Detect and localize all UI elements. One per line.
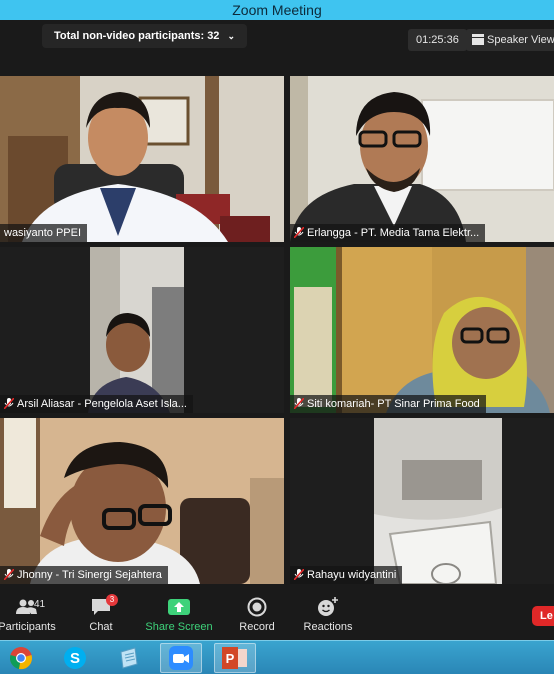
share-screen-icon [168, 599, 190, 615]
svg-text:P: P [226, 651, 235, 666]
view-mode-label: Speaker View [487, 34, 554, 46]
participants-button[interactable]: 41 Participants [0, 596, 62, 633]
participant-name-tag: Siti komariah- PT Sinar Prima Food [290, 395, 486, 413]
window-title: Zoom Meeting [0, 0, 554, 20]
chat-button[interactable]: 3 Chat [66, 594, 136, 633]
participant-name-tag: Arsil Aliasar - Pengelola Aset Isla... [0, 395, 193, 413]
taskbar-zoom[interactable] [160, 643, 202, 673]
grid-icon [472, 34, 484, 45]
zoom-icon [169, 646, 193, 670]
zoom-window: Zoom Meeting Total non-video participant… [0, 0, 554, 674]
participant-name-tag: Erlangga - PT. Media Tama Elektr... [290, 224, 486, 242]
chat-unread-badge: 3 [106, 594, 118, 606]
video-tile[interactable]: wasiyanto PPEI [0, 76, 284, 242]
notepad-icon [120, 647, 138, 669]
video-tile[interactable]: Siti komariah- PT Sinar Prima Food [290, 247, 554, 413]
participants-label: Participants [0, 621, 56, 633]
record-button[interactable]: Record [222, 596, 292, 633]
participant-video [0, 76, 284, 242]
reactions-label: Reactions [303, 621, 353, 633]
taskbar-chrome[interactable] [0, 643, 42, 673]
taskbar-notepad[interactable] [108, 643, 150, 673]
skype-icon: S [64, 647, 86, 669]
os-taskbar: S P [0, 640, 554, 674]
chrome-icon [10, 647, 32, 670]
muted-mic-icon [4, 398, 14, 409]
share-screen-label: Share Screen [145, 621, 213, 633]
reactions-icon [318, 597, 338, 616]
powerpoint-icon: P [222, 647, 247, 669]
chat-label: Chat [89, 621, 113, 633]
participant-video [290, 247, 554, 413]
non-video-participants-label: Total non-video participants: 32 [54, 30, 220, 42]
video-tile[interactable]: Arsil Aliasar - Pengelola Aset Isla... [0, 247, 284, 413]
svg-text:S: S [70, 650, 80, 667]
reactions-button[interactable]: Reactions [293, 596, 363, 633]
participant-video [290, 76, 554, 242]
participant-video [0, 418, 284, 584]
muted-mic-icon [294, 398, 304, 409]
video-tile[interactable]: Jhonny - Tri Sinergi Sejahtera [0, 418, 284, 584]
taskbar-powerpoint[interactable]: P [214, 643, 256, 673]
record-label: Record [239, 621, 275, 633]
participants-count: 41 [34, 599, 46, 610]
meeting-topbar: Total non-video participants: 32 ⌄ 01:25:… [0, 20, 554, 74]
participant-name-tag: wasiyanto PPEI [0, 224, 88, 242]
non-video-participants-pill[interactable]: Total non-video participants: 32 ⌄ [42, 24, 247, 48]
meeting-area: Total non-video participants: 32 ⌄ 01:25:… [0, 20, 554, 592]
video-tile[interactable]: Erlangga - PT. Media Tama Elektr... [290, 76, 554, 242]
participant-name-tag: Jhonny - Tri Sinergi Sejahtera [0, 566, 168, 584]
leave-button[interactable]: Le [532, 606, 554, 626]
participant-video [290, 418, 554, 584]
speaker-view-button[interactable]: Speaker View [466, 29, 554, 51]
muted-mic-icon [294, 569, 304, 580]
muted-mic-icon [4, 569, 14, 580]
record-icon [247, 597, 267, 617]
video-tile[interactable]: Rahayu widyantini [290, 418, 554, 584]
taskbar-skype[interactable]: S [54, 643, 96, 673]
meeting-toolbar: 41 Participants 3 Chat Share Screen Reco… [0, 590, 554, 640]
participant-name-tag: Rahayu widyantini [290, 566, 403, 584]
participant-video [0, 247, 284, 413]
share-screen-button[interactable]: Share Screen [144, 596, 214, 633]
meeting-timer: 01:25:36 [408, 29, 467, 51]
muted-mic-icon [294, 227, 304, 238]
chevron-down-icon: ⌄ [227, 31, 235, 41]
